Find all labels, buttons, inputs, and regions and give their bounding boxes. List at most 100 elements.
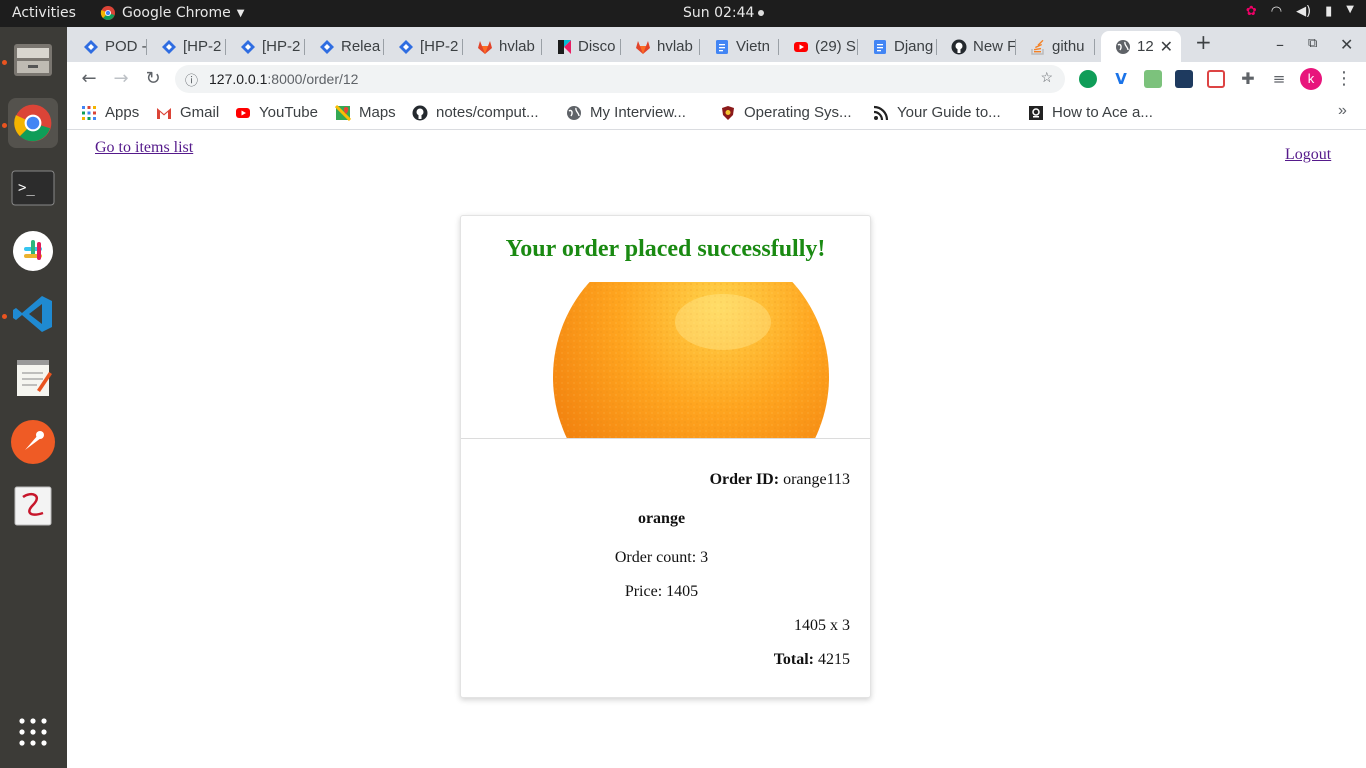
wifi-icon: ◠ bbox=[1271, 4, 1282, 19]
vscode-icon[interactable] bbox=[8, 289, 58, 339]
tab-django[interactable]: Djang bbox=[858, 31, 937, 62]
svg-text:>_: >_ bbox=[18, 180, 35, 196]
close-tab-icon[interactable]: ✕ bbox=[1160, 37, 1173, 57]
system-top-bar: Activities Google Chrome ▼ Sun 02:44 ✿ ◠… bbox=[0, 0, 1366, 27]
reload-button[interactable]: ↻ bbox=[142, 68, 164, 89]
system-tray[interactable]: ✿ ◠ ◀) ▮ ▼ bbox=[1246, 4, 1354, 19]
globe-icon bbox=[1115, 39, 1131, 55]
chrome-icon bbox=[100, 5, 116, 21]
app-menu[interactable]: Google Chrome ▼ bbox=[100, 5, 244, 21]
volume-icon: ◀) bbox=[1296, 4, 1311, 19]
apps-grid-icon bbox=[81, 105, 97, 121]
text-editor-icon[interactable] bbox=[8, 353, 58, 403]
youtube-icon bbox=[235, 105, 251, 121]
tab-github-new[interactable]: New F bbox=[937, 31, 1016, 62]
bookmark-notes[interactable]: notes/comput... bbox=[412, 104, 539, 121]
bookmark-operating-systems[interactable]: Operating Sys... bbox=[720, 104, 852, 121]
price-calculation: 1405 x 3 bbox=[794, 617, 850, 635]
bookmark-maps[interactable]: Maps bbox=[335, 104, 396, 121]
diamond-icon bbox=[240, 39, 256, 55]
tab-hp-1[interactable]: [HP-2 bbox=[147, 31, 226, 62]
bookmark-apps[interactable]: Apps bbox=[81, 104, 139, 121]
maps-icon bbox=[335, 105, 351, 121]
terminal-icon[interactable]: >_ bbox=[8, 163, 58, 213]
bookmark-your-guide[interactable]: Your Guide to... bbox=[873, 104, 1001, 121]
tab-release[interactable]: Relea bbox=[305, 31, 384, 62]
items-list-link[interactable]: Go to items list bbox=[95, 139, 193, 157]
tab-youtube[interactable]: (29) S bbox=[779, 31, 858, 62]
diamond-icon bbox=[83, 39, 99, 55]
close-window-button[interactable]: ✕ bbox=[1340, 35, 1353, 54]
activities-button[interactable]: Activities bbox=[12, 5, 76, 21]
item-price: Price: 1405 bbox=[461, 583, 862, 601]
orange-image bbox=[461, 282, 870, 439]
back-button[interactable]: ← bbox=[78, 68, 100, 89]
order-card: Your order placed successfully! bbox=[460, 215, 871, 698]
gitlab-icon bbox=[477, 39, 493, 55]
diamond-icon bbox=[319, 39, 335, 55]
youtube-icon bbox=[793, 39, 809, 55]
browser-toolbar: ← → ↻ ⓘ 127.0.0.1:8000/order/12 ☆ V ✚ ≡ … bbox=[67, 62, 1366, 96]
profile-avatar[interactable]: k bbox=[1300, 68, 1322, 90]
item-name: orange bbox=[461, 510, 862, 528]
tab-active-order[interactable]: 12✕ bbox=[1101, 31, 1181, 62]
docs-icon bbox=[872, 39, 888, 55]
chevron-down-icon: ▼ bbox=[237, 8, 245, 19]
clock[interactable]: Sun 02:44 bbox=[683, 5, 764, 21]
bookmarks-overflow-icon[interactable]: » bbox=[1338, 102, 1347, 120]
bookmarks-bar: Apps Gmail YouTube Maps notes/comput... … bbox=[67, 96, 1366, 130]
extension-dark-icon[interactable] bbox=[1175, 70, 1193, 88]
extensions-puzzle-icon[interactable]: ✚ bbox=[1239, 70, 1257, 88]
tab-disco[interactable]: Disco bbox=[542, 31, 621, 62]
menu-kebab-icon[interactable]: ⋮ bbox=[1333, 68, 1355, 89]
tab-stackoverflow[interactable]: githu bbox=[1016, 31, 1095, 62]
tab-pod[interactable]: POD - bbox=[69, 31, 147, 62]
extension-mail-icon[interactable] bbox=[1144, 70, 1162, 88]
diamond-icon bbox=[398, 39, 414, 55]
bookmark-youtube[interactable]: YouTube bbox=[235, 104, 318, 121]
diamond-icon bbox=[161, 39, 177, 55]
restore-button[interactable]: ⧉ bbox=[1308, 36, 1317, 51]
minimize-button[interactable]: – bbox=[1276, 35, 1284, 54]
shield-icon bbox=[720, 105, 736, 121]
globe-icon bbox=[566, 105, 582, 121]
tab-hp-2[interactable]: [HP-2 bbox=[226, 31, 305, 62]
running-indicator bbox=[2, 60, 7, 65]
chrome-icon[interactable] bbox=[8, 98, 58, 148]
tab-vietn[interactable]: Vietn bbox=[700, 31, 779, 62]
address-bar[interactable]: ⓘ 127.0.0.1:8000/order/12 ☆ bbox=[175, 65, 1065, 93]
logout-link[interactable]: Logout bbox=[1285, 146, 1331, 164]
slack-icon[interactable] bbox=[8, 226, 58, 276]
bookmark-how-to-ace[interactable]: How to Ace a... bbox=[1028, 104, 1153, 121]
extension-green-icon[interactable] bbox=[1079, 70, 1097, 88]
bookmark-star-icon[interactable]: ☆ bbox=[1040, 69, 1053, 86]
order-success-title: Your order placed successfully! bbox=[461, 236, 870, 263]
bookmark-gmail[interactable]: Gmail bbox=[156, 104, 219, 121]
app-grid-icon[interactable] bbox=[8, 707, 58, 757]
extension-cast-icon[interactable] bbox=[1207, 70, 1225, 88]
app-name: Google Chrome bbox=[122, 5, 231, 21]
running-indicator bbox=[2, 314, 7, 319]
github-icon bbox=[951, 39, 967, 55]
postman-icon[interactable] bbox=[8, 417, 58, 467]
files-icon[interactable] bbox=[8, 35, 58, 85]
rss-icon bbox=[873, 105, 889, 121]
tab-hvlab-2[interactable]: hvlab bbox=[621, 31, 700, 62]
dock: >_ bbox=[0, 27, 67, 768]
new-tab-button[interactable]: + bbox=[1195, 30, 1212, 54]
total-value: 4215 bbox=[818, 651, 850, 668]
tab-hvlab-1[interactable]: hvlab bbox=[463, 31, 542, 62]
forward-button[interactable]: → bbox=[110, 68, 132, 89]
tab-hp-3[interactable]: [HP-2 bbox=[384, 31, 463, 62]
bookmark-interview[interactable]: My Interview... bbox=[566, 104, 686, 121]
document-viewer-icon[interactable] bbox=[8, 481, 58, 531]
order-id-label: Order ID: bbox=[710, 471, 779, 488]
total-label: Total: bbox=[774, 651, 814, 668]
url-text: 127.0.0.1:8000/order/12 bbox=[209, 71, 358, 87]
tab-strip: POD - [HP-2 [HP-2 Relea [HP-2 hvlab Disc… bbox=[67, 27, 1366, 62]
site-info-icon[interactable]: ⓘ bbox=[185, 70, 198, 89]
github-icon bbox=[412, 105, 428, 121]
media-controls-icon[interactable]: ≡ bbox=[1270, 70, 1288, 88]
bookmark-icon bbox=[1028, 105, 1044, 121]
extension-v-icon[interactable]: V bbox=[1112, 70, 1130, 88]
